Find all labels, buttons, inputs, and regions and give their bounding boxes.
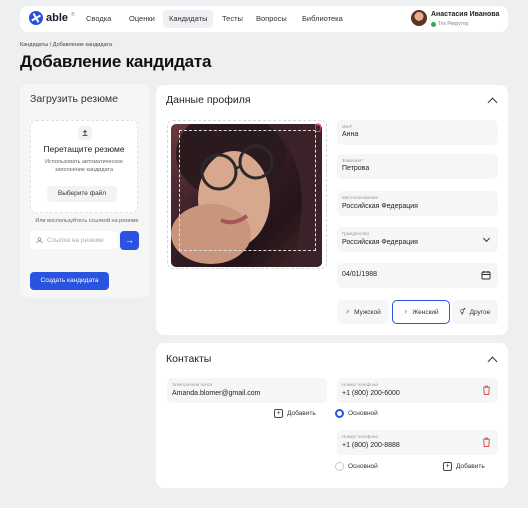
last-name-field[interactable]: Фамилия* Петрова xyxy=(337,154,498,179)
citizenship-select[interactable]: Гражданство Российская Федерация xyxy=(337,227,498,252)
dropzone-title: Перетащите резюме xyxy=(43,144,125,154)
user-role: Тех Рекрутер xyxy=(431,21,468,27)
user-role-text: Тех Рекрутер xyxy=(438,21,469,27)
birthdate-value: 04/01/1988 xyxy=(342,271,378,278)
choose-file-button[interactable]: Выберите файл xyxy=(47,186,117,202)
primary-phone-radio-1[interactable]: Основной xyxy=(335,409,378,418)
nav-item-tests[interactable]: Тесты xyxy=(216,10,249,28)
phone-field-2[interactable]: Номер телефона +1 (800) 200-8888 xyxy=(337,430,498,455)
page-title: Добавление кандидата xyxy=(20,52,212,71)
user-icon xyxy=(36,236,43,243)
create-candidate-button[interactable]: Создать кандидата xyxy=(30,272,109,290)
profile-section-title: Данные профиля xyxy=(166,94,251,106)
user-name: Анастасия Иванова xyxy=(431,11,500,18)
first-name-value: Анна xyxy=(342,131,359,138)
upload-title: Загрузить резюме xyxy=(30,93,118,105)
email-value: Amanda.blomer@gmail.com xyxy=(172,390,261,397)
first-name-label: Имя* xyxy=(342,124,353,129)
add-email-label: Добавить xyxy=(287,410,316,417)
gender-other-label: Другое xyxy=(469,308,491,316)
user-avatar[interactable] xyxy=(411,10,427,26)
upload-icon xyxy=(78,126,92,140)
last-name-label: Фамилия* xyxy=(342,158,363,163)
submit-link-button[interactable]: → xyxy=(120,231,139,250)
delete-phone-trash-icon[interactable] xyxy=(482,385,491,395)
status-dot-icon xyxy=(431,21,436,27)
add-phone-button[interactable]: + Добавить xyxy=(443,462,485,471)
chevron-down-icon xyxy=(482,234,491,243)
logo-text: able xyxy=(46,12,69,24)
app-logo[interactable]: able ® xyxy=(29,11,75,25)
gender-female-button[interactable]: ♀ Женский xyxy=(392,300,450,324)
plus-icon: + xyxy=(443,462,452,471)
radio-selected-icon xyxy=(335,409,344,418)
first-name-field[interactable]: Имя* Анна xyxy=(337,120,498,145)
nav-item-questions[interactable]: Вопросы xyxy=(250,10,293,28)
resume-link-placeholder: Ссылка на резюме xyxy=(47,236,104,244)
contacts-section-title: Контакты xyxy=(166,353,212,365)
gender-male-button[interactable]: ♂ Мужской xyxy=(337,300,389,324)
gender-male-label: Мужской xyxy=(354,308,381,316)
gender-other-button[interactable]: ⚥ Другое xyxy=(452,300,498,324)
email-field[interactable]: Электронная почта Amanda.blomer@gmail.co… xyxy=(167,378,327,403)
add-email-button[interactable]: + Добавить xyxy=(274,409,316,418)
location-value: Российская Федерация xyxy=(342,203,418,210)
breadcrumb[interactable]: Кандидаты / Добавление кандидата xyxy=(20,42,112,48)
dropzone-subtitle: Использовать автоматическое заполнение к… xyxy=(45,159,123,173)
citizenship-value: Российская Федерация xyxy=(342,239,418,246)
delete-photo-trash-icon[interactable] xyxy=(313,122,323,132)
primary-phone-radio-2[interactable]: Основной xyxy=(335,462,378,471)
radio-unselected-icon xyxy=(335,462,344,471)
email-label: Электронная почта xyxy=(172,382,213,387)
primary-label-1: Основной xyxy=(348,410,378,417)
resume-link-input[interactable]: Ссылка на резюме xyxy=(30,231,118,249)
other-gender-icon: ⚥ xyxy=(459,309,466,316)
phone-value-1: +1 (800) 200-6000 xyxy=(342,390,400,397)
citizenship-label: Гражданство xyxy=(342,231,369,236)
nav-item-candidates[interactable]: Кандидаты xyxy=(163,10,214,28)
nav-item-summary[interactable]: Сводка xyxy=(80,10,117,28)
delete-phone-trash-icon[interactable] xyxy=(482,437,491,447)
male-icon: ♂ xyxy=(345,308,351,316)
phone-label-1: Номер телефона xyxy=(342,382,378,387)
nav-item-library[interactable]: Библиотека xyxy=(296,10,349,28)
last-name-value: Петрова xyxy=(342,165,370,172)
phone-label-2: Номер телефона xyxy=(342,434,378,439)
phone-value-2: +1 (800) 200-8888 xyxy=(342,442,400,449)
logo-icon xyxy=(29,11,43,25)
location-field[interactable]: Местоположение Российская Федерация xyxy=(337,191,498,216)
or-use-link-text: Или воспользуйтесь ссылкой на резюме xyxy=(35,218,139,224)
phone-field-1[interactable]: Номер телефона +1 (800) 200-6000 xyxy=(337,378,498,403)
crop-selection[interactable] xyxy=(179,130,316,251)
top-navbar: able ® Сводка Оценки Кандидаты Тесты Воп… xyxy=(20,6,508,32)
location-label: Местоположение xyxy=(342,195,379,200)
plus-icon: + xyxy=(274,409,283,418)
add-phone-label: Добавить xyxy=(456,463,485,470)
logo-registered-mark: ® xyxy=(71,12,75,18)
female-icon: ♀ xyxy=(403,308,409,316)
gender-female-label: Женский xyxy=(412,308,439,316)
primary-label-2: Основной xyxy=(348,463,378,470)
calendar-icon[interactable] xyxy=(481,270,491,280)
nav-item-assessments[interactable]: Оценки xyxy=(123,10,161,28)
birthdate-field[interactable]: 04/01/1988 xyxy=(337,263,498,288)
